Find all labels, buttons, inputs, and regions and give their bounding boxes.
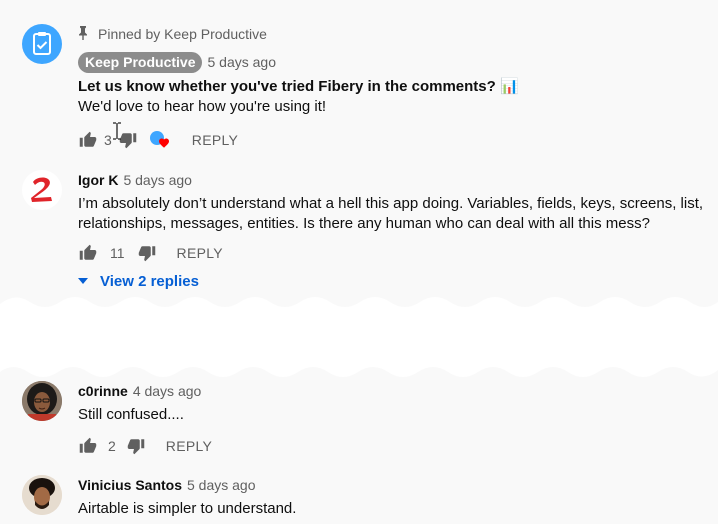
comment-text: Still confused.... — [78, 406, 184, 423]
reply-button[interactable]: REPLY — [166, 438, 212, 454]
reply-button[interactable]: REPLY — [177, 245, 223, 261]
comment-text-line2: We'd love to hear how you're using it! — [78, 98, 327, 115]
thumbs-up-icon — [79, 437, 97, 453]
clipboard-check-icon — [33, 32, 51, 55]
avatar[interactable] — [22, 475, 62, 515]
pin-icon — [78, 25, 92, 43]
like-button[interactable] — [78, 130, 98, 150]
view-replies-button[interactable]: View 2 replies — [78, 270, 708, 292]
avatar[interactable] — [22, 24, 62, 64]
like-count: 11 — [110, 245, 125, 261]
like-count: 3 — [104, 132, 112, 148]
wavy-divider — [0, 297, 718, 377]
view-replies-label: View 2 replies — [100, 272, 199, 290]
like-count: 2 — [108, 438, 116, 454]
thumbs-down-icon — [127, 439, 145, 455]
comment-time[interactable]: 5 days ago — [207, 54, 276, 70]
dislike-button[interactable] — [137, 243, 157, 263]
comment-text: Airtable is simpler to understand. — [78, 500, 297, 517]
comment-time[interactable]: 4 days ago — [133, 383, 202, 399]
reply-button[interactable]: REPLY — [192, 132, 238, 148]
comment-author[interactable]: Keep Productive — [78, 51, 203, 73]
caret-down-icon — [78, 278, 88, 284]
comment-time[interactable]: 5 days ago — [187, 477, 256, 493]
thumbs-down-icon — [138, 246, 155, 262]
pinned-label: Pinned by Keep Productive — [98, 26, 267, 42]
comment-author[interactable]: Vinicius Santos — [78, 477, 182, 493]
comment-author[interactable]: Igor K — [78, 172, 118, 188]
heart-icon — [158, 138, 169, 148]
creator-heart-badge — [149, 129, 172, 151]
comment-time[interactable]: 5 days ago — [123, 172, 192, 188]
comment-text: I’m absolutely don’t understand what a h… — [78, 195, 704, 232]
person-photo-icon — [22, 475, 62, 515]
text-cursor-icon — [113, 122, 121, 140]
dislike-button[interactable] — [126, 436, 146, 456]
comment-author[interactable]: c0rinne — [78, 383, 128, 399]
thumbs-up-icon — [79, 244, 97, 260]
person-photo-icon — [22, 381, 62, 421]
like-button[interactable] — [78, 436, 98, 456]
avatar-logo-icon — [31, 177, 52, 202]
like-button[interactable] — [78, 243, 98, 263]
avatar[interactable] — [22, 381, 62, 421]
comment-text-line1: Let us know whether you've tried Fibery … — [78, 78, 519, 95]
thumbs-up-icon — [79, 131, 97, 147]
avatar[interactable] — [22, 170, 62, 210]
pinned-indicator: Pinned by Keep Productive — [78, 24, 708, 44]
